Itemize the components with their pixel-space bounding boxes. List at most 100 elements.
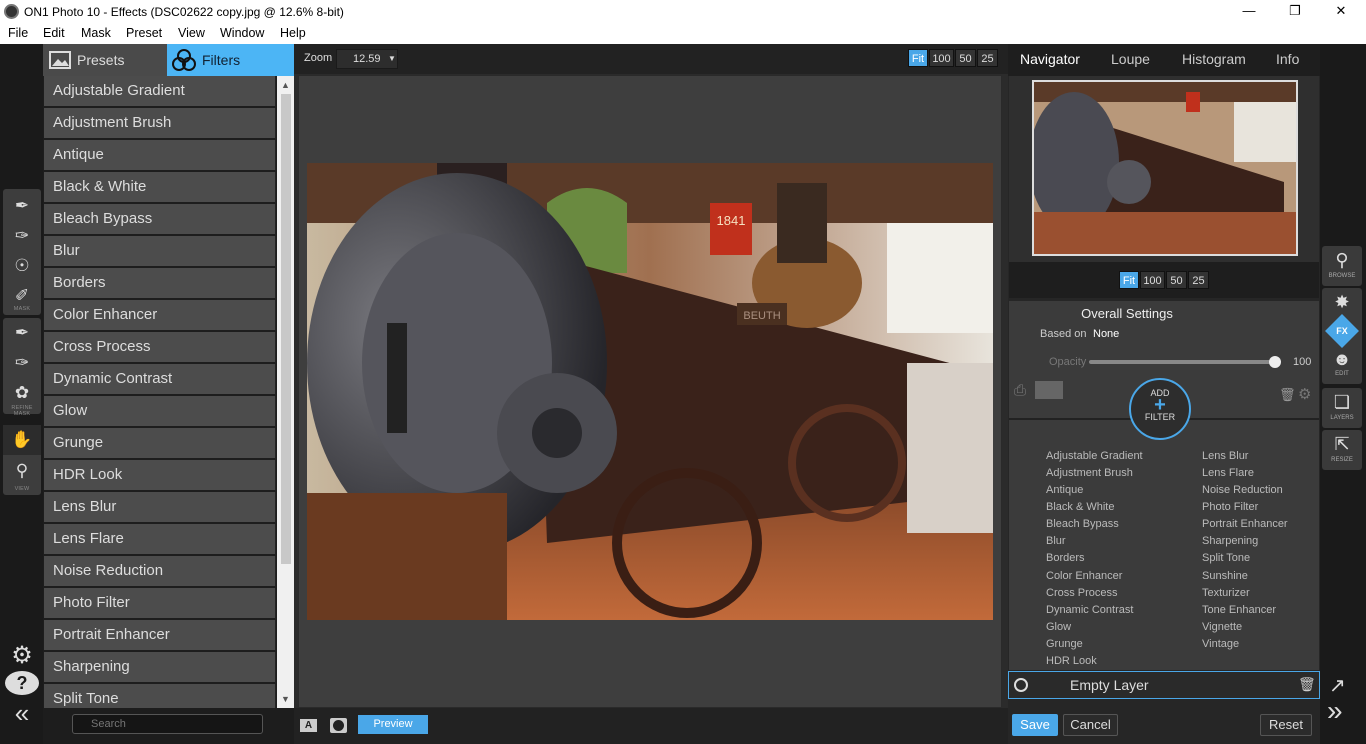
- navigator-view[interactable]: [1009, 76, 1319, 262]
- add-filter-item[interactable]: Vintage: [1202, 638, 1239, 650]
- layer-visibility-icon[interactable]: [1014, 678, 1028, 692]
- collapse-left-icon[interactable]: «: [3, 698, 41, 728]
- scroll-up-icon[interactable]: ▲: [280, 78, 291, 92]
- mask-thumbnail[interactable]: [1035, 381, 1063, 399]
- opacity-slider[interactable]: [1089, 356, 1281, 368]
- locomotive-photo[interactable]: 1841 BEUTH: [307, 163, 993, 620]
- filter-item[interactable]: Lens Flare: [44, 524, 276, 556]
- add-filter-item[interactable]: Sunshine: [1202, 570, 1248, 582]
- menu-file[interactable]: File: [8, 26, 28, 40]
- effects-fx-icon[interactable]: FX: [1325, 314, 1359, 348]
- add-filter-item[interactable]: Borders: [1046, 552, 1085, 564]
- add-filter-item[interactable]: Noise Reduction: [1202, 484, 1283, 496]
- add-filter-item[interactable]: Photo Filter: [1202, 501, 1258, 513]
- filter-search-input[interactable]: [72, 714, 263, 734]
- minimize-button[interactable]: —: [1226, 0, 1272, 23]
- tab-navigator[interactable]: Navigator: [1020, 51, 1080, 67]
- filter-list-scrollbar[interactable]: ▲ ▼: [277, 76, 294, 708]
- filter-item[interactable]: Blur: [44, 236, 276, 268]
- layers-module-button[interactable]: ❏ LAYERS: [1322, 388, 1362, 428]
- add-filter-item[interactable]: Blur: [1046, 535, 1066, 547]
- add-filter-button[interactable]: ADD + FILTER: [1129, 378, 1191, 440]
- add-filter-item[interactable]: Adjustable Gradient: [1046, 450, 1143, 462]
- resize-module-button[interactable]: ⇱ RESIZE: [1322, 430, 1362, 470]
- browse-module-button[interactable]: ⚲ BROWSE: [1322, 246, 1362, 286]
- maximize-button[interactable]: ❐: [1272, 0, 1318, 23]
- masking-brush-icon[interactable]: ✒: [3, 191, 41, 221]
- tab-loupe[interactable]: Loupe: [1111, 51, 1150, 67]
- add-filter-item[interactable]: HDR Look: [1046, 655, 1097, 667]
- add-filter-item[interactable]: Vignette: [1202, 621, 1242, 633]
- zoom-select[interactable]: 12.59 ▼: [336, 49, 398, 69]
- close-button[interactable]: ✕: [1318, 0, 1364, 23]
- menu-view[interactable]: View: [178, 26, 205, 40]
- mask-view-button[interactable]: [330, 718, 347, 733]
- masking-bug-icon[interactable]: ✑: [3, 221, 41, 251]
- reset-button[interactable]: Reset: [1260, 714, 1312, 736]
- add-filter-item[interactable]: Dynamic Contrast: [1046, 604, 1133, 616]
- add-filter-item[interactable]: Cross Process: [1046, 587, 1118, 599]
- nav-50-button[interactable]: 50: [1166, 271, 1187, 289]
- zoom-25-button[interactable]: 25: [977, 49, 998, 67]
- filter-item[interactable]: HDR Look: [44, 460, 276, 492]
- filter-item[interactable]: Dynamic Contrast: [44, 364, 276, 396]
- add-filter-item[interactable]: Black & White: [1046, 501, 1114, 513]
- zoom-tool-icon[interactable]: ⚲: [3, 456, 41, 486]
- trash-icon[interactable]: 🗑: [1279, 387, 1296, 403]
- add-filter-item[interactable]: Sharpening: [1202, 535, 1258, 547]
- menu-mask[interactable]: Mask: [81, 26, 111, 40]
- navigator-thumbnail[interactable]: [1032, 80, 1298, 256]
- zoom-fit-button[interactable]: Fit: [908, 49, 928, 67]
- zoom-100-button[interactable]: 100: [929, 49, 954, 67]
- filter-item[interactable]: Portrait Enhancer: [44, 620, 276, 652]
- add-filter-item[interactable]: Glow: [1046, 621, 1071, 633]
- nav-fit-button[interactable]: Fit: [1119, 271, 1139, 289]
- chisel-icon[interactable]: ✑: [3, 348, 41, 378]
- portrait-icon[interactable]: ☻: [1322, 349, 1362, 370]
- filter-item[interactable]: Sharpening: [44, 652, 276, 684]
- collapse-right-icon[interactable]: »: [1327, 695, 1343, 727]
- settings-gear-icon[interactable]: ⚙: [3, 640, 41, 670]
- filter-item[interactable]: Noise Reduction: [44, 556, 276, 588]
- filter-item[interactable]: Cross Process: [44, 332, 276, 364]
- add-filter-item[interactable]: Lens Blur: [1202, 450, 1248, 462]
- scrollbar-thumb[interactable]: [281, 94, 291, 564]
- add-filter-item[interactable]: Grunge: [1046, 638, 1083, 650]
- filter-item[interactable]: Lens Blur: [44, 492, 276, 524]
- add-filter-item[interactable]: Portrait Enhancer: [1202, 518, 1288, 530]
- filter-item[interactable]: Antique: [44, 140, 276, 172]
- filter-item[interactable]: Adjustment Brush: [44, 108, 276, 140]
- menu-edit[interactable]: Edit: [43, 26, 65, 40]
- add-filter-item[interactable]: Tone Enhancer: [1202, 604, 1276, 616]
- preview-button[interactable]: Preview: [358, 715, 428, 734]
- gear-icon[interactable]: ⚙: [1298, 385, 1311, 403]
- add-filter-item[interactable]: Antique: [1046, 484, 1083, 496]
- filter-item[interactable]: Split Tone: [44, 684, 276, 708]
- compare-a-button[interactable]: A: [300, 719, 317, 732]
- filter-item[interactable]: Grunge: [44, 428, 276, 460]
- gradient-mask-icon[interactable]: ☉: [3, 251, 41, 281]
- save-button[interactable]: Save: [1012, 714, 1058, 736]
- tab-filters[interactable]: Filters: [167, 44, 294, 76]
- help-icon[interactable]: ?: [5, 671, 39, 695]
- cancel-button[interactable]: Cancel: [1063, 714, 1118, 736]
- develop-icon[interactable]: ✸: [1322, 292, 1362, 313]
- add-filter-item[interactable]: Split Tone: [1202, 552, 1250, 564]
- add-filter-item[interactable]: Texturizer: [1202, 587, 1250, 599]
- tab-histogram[interactable]: Histogram: [1182, 51, 1246, 67]
- layer-row[interactable]: Empty Layer 🗑: [1008, 671, 1320, 699]
- menu-help[interactable]: Help: [280, 26, 306, 40]
- nav-25-button[interactable]: 25: [1188, 271, 1209, 289]
- filter-item[interactable]: Black & White: [44, 172, 276, 204]
- add-filter-item[interactable]: Color Enhancer: [1046, 570, 1122, 582]
- nav-100-button[interactable]: 100: [1140, 271, 1165, 289]
- filter-item[interactable]: Glow: [44, 396, 276, 428]
- add-filter-item[interactable]: Adjustment Brush: [1046, 467, 1133, 479]
- layer-trash-icon[interactable]: 🗑: [1298, 676, 1316, 693]
- menu-window[interactable]: Window: [220, 26, 264, 40]
- menu-preset[interactable]: Preset: [126, 26, 162, 40]
- add-filter-item[interactable]: Lens Flare: [1202, 467, 1254, 479]
- refine-brush-icon[interactable]: ✒: [3, 318, 41, 348]
- export-layer-icon[interactable]: ⎙: [1014, 382, 1026, 399]
- filter-item[interactable]: Bleach Bypass: [44, 204, 276, 236]
